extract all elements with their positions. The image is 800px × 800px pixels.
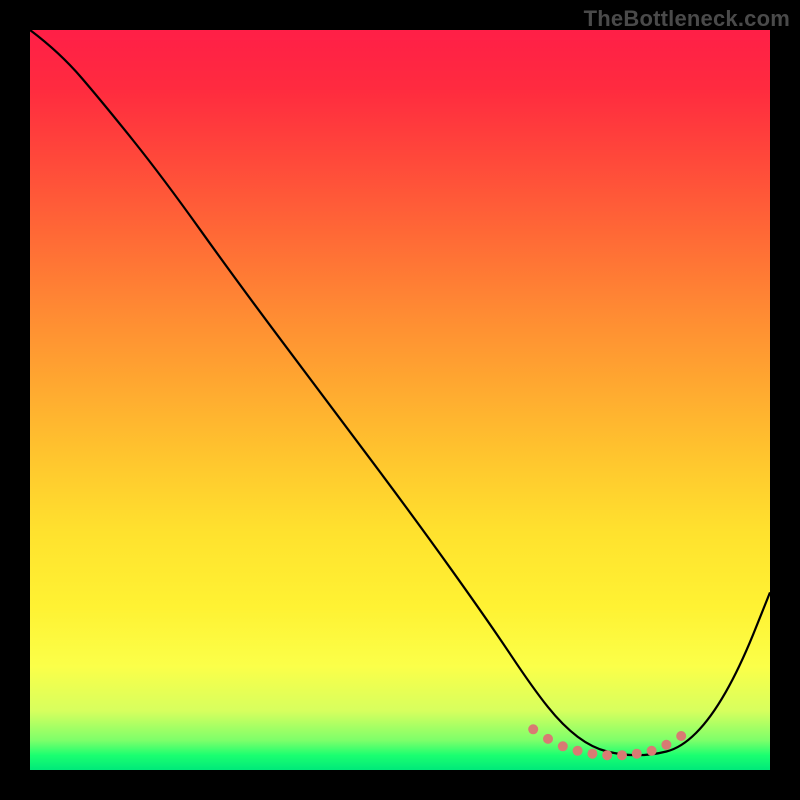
marker-dot [543, 734, 553, 744]
marker-dot [676, 731, 686, 741]
curve-svg [30, 30, 770, 770]
marker-dot [602, 750, 612, 760]
marker-dot [558, 741, 568, 751]
chart-frame: TheBottleneck.com [0, 0, 800, 800]
marker-dot [647, 746, 657, 756]
marker-dot [528, 724, 538, 734]
plot-area [30, 30, 770, 770]
watermark-text: TheBottleneck.com [584, 6, 790, 32]
marker-dot [661, 740, 671, 750]
marker-dots [528, 724, 686, 760]
bottleneck-curve [30, 30, 770, 755]
marker-dot [632, 749, 642, 759]
marker-dot [573, 746, 583, 756]
marker-dot [587, 749, 597, 759]
marker-dot [617, 750, 627, 760]
